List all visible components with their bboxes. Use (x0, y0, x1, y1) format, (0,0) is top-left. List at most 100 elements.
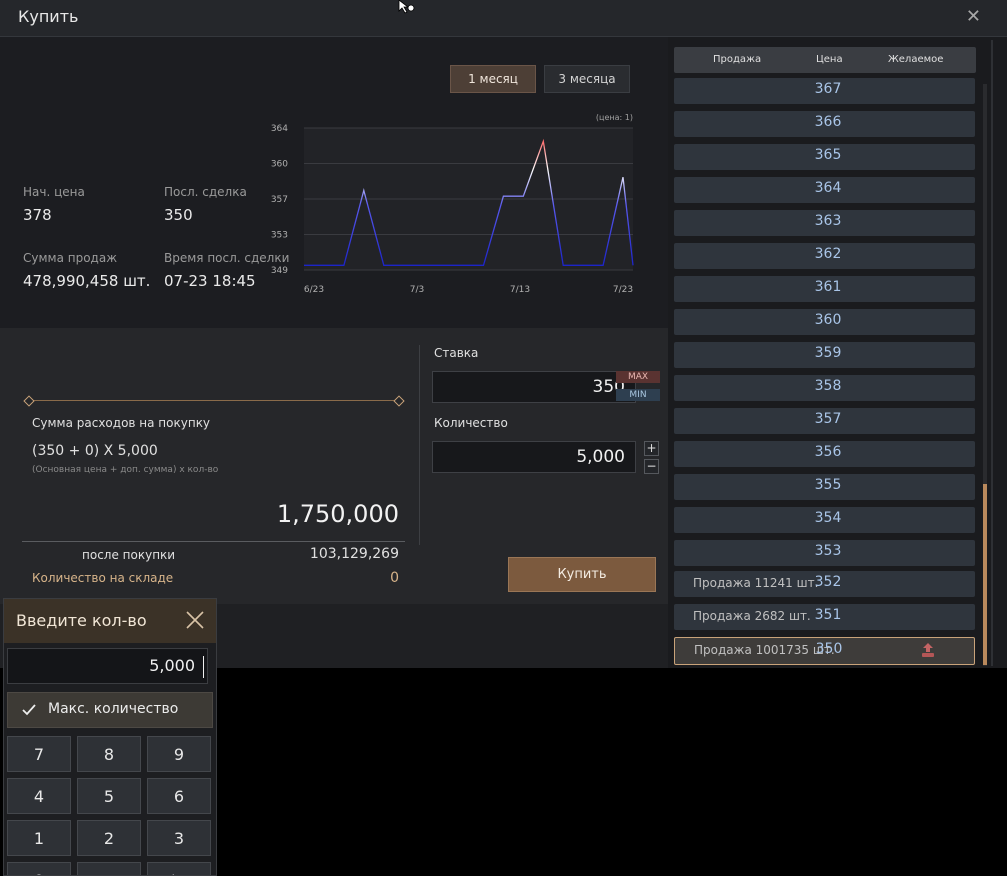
chart-x-tick: 6/23 (304, 285, 324, 295)
total-cost: 1,750,000 (276, 500, 399, 528)
order-book-header: Продажа Цена Желаемое (674, 47, 976, 73)
last-deal-value: 350 (164, 206, 193, 224)
key-3[interactable]: 3 (147, 820, 211, 856)
order-row-price: 365 (814, 147, 842, 163)
chart-y-tick: 357 (271, 195, 288, 205)
key-clear[interactable]: Clear (147, 862, 211, 875)
cost-formula: (350 + 0) X 5,000 (32, 443, 158, 459)
buy-hand-icon[interactable] (919, 641, 937, 659)
quantity-input[interactable]: 5,000 (432, 441, 636, 473)
sales-total-value: 478,990,458 шт. (23, 272, 151, 290)
min-button[interactable]: MIN (616, 389, 660, 401)
window-title: Купить (18, 7, 79, 26)
order-row-price: 362 (814, 246, 842, 262)
after-purchase-value: 103,129,269 (309, 546, 399, 562)
order-row-sale: Продажа 2682 шт. (693, 609, 811, 623)
order-row[interactable]: 363 (674, 210, 975, 236)
chart-y-tick: 360 (271, 160, 288, 170)
popup-header: Введите кол-во (4, 599, 216, 643)
close-icon[interactable]: ✕ (966, 6, 981, 27)
order-row[interactable]: 364 (674, 177, 975, 203)
warehouse-qty-value: 0 (390, 570, 399, 586)
order-row-price: 367 (814, 81, 842, 97)
header-wanted: Желаемое (888, 54, 944, 65)
order-row-price: 355 (814, 477, 842, 493)
chart-x-tick: 7/13 (510, 285, 530, 295)
chart-note: (цена: 1) (596, 113, 633, 122)
order-row-price: 352 (814, 574, 842, 590)
order-row-price: 364 (814, 180, 842, 196)
chart-y-tick: 349 (271, 266, 288, 276)
order-row[interactable]: Продажа 2682 шт. 351 (674, 604, 975, 630)
max-quantity-checkbox[interactable]: Макс. количество (7, 692, 213, 728)
header-price: Цена (816, 54, 843, 65)
quantity-label: Количество (434, 416, 508, 430)
chart-y-tick: 364 (271, 124, 288, 134)
popup-quantity-input[interactable]: 5,000 (7, 648, 208, 684)
order-row[interactable]: 362 (674, 243, 975, 269)
key-backspace[interactable]: ⟵ (77, 862, 141, 875)
checkmark-icon (22, 704, 36, 716)
bid-input[interactable]: 350 (432, 371, 636, 403)
order-row-price: 354 (814, 510, 842, 526)
after-purchase-label: после покупки (82, 548, 176, 562)
key-8[interactable]: 8 (77, 736, 141, 772)
key-1[interactable]: 1 (7, 820, 71, 856)
one-month-button[interactable]: 1 месяц (450, 65, 536, 93)
buy-window: Купить ✕ 1 месяц 3 месяца Нач. цена 378 … (0, 0, 1007, 668)
text-caret (203, 656, 204, 678)
key-7[interactable]: 7 (7, 736, 71, 772)
quantity-minus-button[interactable]: − (644, 459, 659, 474)
start-price-label: Нач. цена (23, 185, 85, 199)
quantity-popup: Введите кол-во 5,000 Макс. количество 7 … (3, 598, 217, 876)
buy-button[interactable]: Купить (508, 557, 656, 592)
order-row[interactable]: 355 (674, 474, 975, 500)
chart-x-tick: 7/3 (410, 285, 424, 295)
order-row[interactable]: 361 (674, 276, 975, 302)
order-row-price: 366 (814, 114, 842, 130)
order-scrollbar-thumb[interactable] (983, 484, 987, 665)
quantity-plus-button[interactable]: + (644, 441, 659, 456)
order-row-price: 356 (814, 444, 842, 460)
order-row-price: 363 (814, 213, 842, 229)
order-row-price: 357 (814, 411, 842, 427)
order-row[interactable]: 356 (674, 441, 975, 467)
order-row[interactable]: 365 (674, 144, 975, 170)
key-2[interactable]: 2 (77, 820, 141, 856)
max-button[interactable]: MAX (616, 371, 660, 383)
three-months-button[interactable]: 3 месяца (544, 65, 630, 93)
key-9[interactable]: 9 (147, 736, 211, 772)
order-row[interactable]: 366 (674, 111, 975, 137)
key-5[interactable]: 5 (77, 778, 141, 814)
start-price-value: 378 (23, 206, 52, 224)
slider-track[interactable] (28, 400, 398, 401)
price-chart: 364 360 357 353 349 6/23 7/3 7/13 7/23 (цена: 1… (271, 113, 634, 295)
panel-divider (419, 345, 420, 545)
order-row-price: 358 (814, 378, 842, 394)
formula-note: (Основная цена + доп. сумма) x кол-во (32, 465, 219, 475)
warehouse-qty-label: Количество на складе (32, 571, 174, 585)
bid-label: Ставка (434, 346, 479, 360)
order-row-price: 361 (814, 279, 842, 295)
order-row[interactable]: 357 (674, 408, 975, 434)
order-row[interactable]: Продажа 11241 шт. 352 (674, 571, 975, 597)
key-4[interactable]: 4 (7, 778, 71, 814)
order-list[interactable]: 367 366 365 364 363 362 361 360 359 358 … (674, 78, 976, 668)
order-row-selected[interactable]: Продажа 1001735 шт. 350 (674, 637, 975, 665)
total-divider (22, 541, 405, 542)
key-0[interactable]: 0 (7, 862, 71, 875)
cost-label: Сумма расходов на покупку (32, 416, 211, 430)
key-6[interactable]: 6 (147, 778, 211, 814)
close-icon[interactable] (184, 609, 206, 631)
chart-y-tick: 353 (271, 231, 288, 241)
order-row[interactable]: 367 (674, 78, 975, 104)
popup-title: Введите кол-во (16, 611, 147, 630)
order-row[interactable]: 354 (674, 507, 975, 533)
order-row-price: 353 (814, 543, 842, 559)
order-row[interactable]: 359 (674, 342, 975, 368)
order-row[interactable]: 353 (674, 540, 975, 566)
header-sale: Продажа (713, 54, 762, 65)
order-row[interactable]: 360 (674, 309, 975, 335)
last-deal-time-value: 07-23 18:45 (164, 272, 256, 290)
order-row[interactable]: 358 (674, 375, 975, 401)
